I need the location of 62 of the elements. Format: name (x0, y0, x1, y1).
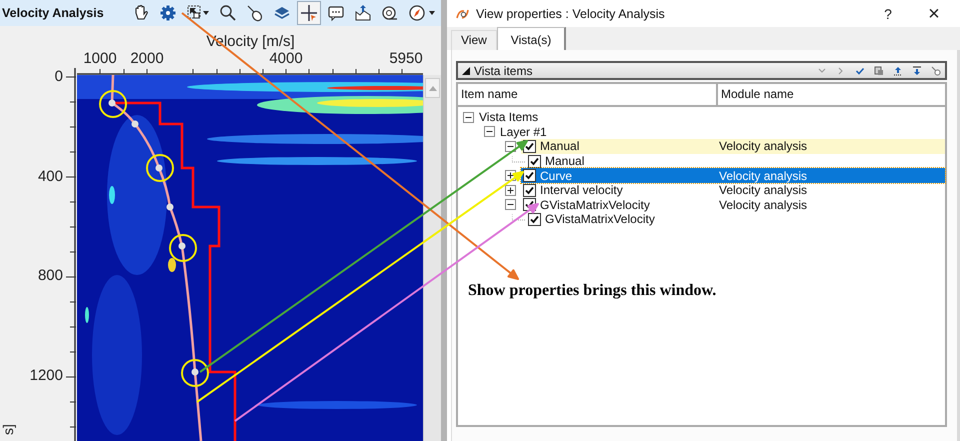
checkbox[interactable] (528, 212, 541, 226)
tick-label: 1000 (83, 50, 117, 68)
group-title: Vista items (474, 64, 532, 78)
tree-item-label: Interval velocity (540, 183, 624, 198)
collapse-icon[interactable] (505, 140, 516, 152)
module-name-cell: Velocity analysis (719, 139, 808, 154)
mouse-icon (245, 3, 265, 23)
caret-up-icon (428, 86, 436, 90)
axis-title: s] (0, 424, 16, 435)
app-logo-icon (456, 8, 470, 20)
tick-label: 2000 (130, 50, 164, 68)
tick-label: 800 (38, 267, 63, 286)
tick-label: 0 (54, 68, 63, 86)
help-button[interactable]: ? (876, 6, 900, 22)
module-name-cell: Velocity analysis (719, 168, 808, 183)
collapse-icon[interactable] (463, 112, 474, 123)
tree-item-label: Vista Items (479, 110, 540, 124)
pick-marker (169, 234, 197, 262)
collapse-icon[interactable] (484, 126, 495, 138)
tab[interactable]: View (451, 30, 497, 50)
copy-icon[interactable] (874, 66, 884, 76)
upload-icon[interactable] (893, 66, 903, 76)
checkbox[interactable] (523, 184, 536, 197)
pick-marker (99, 90, 127, 118)
search-icon (218, 3, 238, 23)
tree-row[interactable]: Interval velocity Velocity analysis (521, 182, 945, 198)
tree-row[interactable]: GVistaMatrixVelocity (526, 212, 945, 227)
download-icon[interactable] (912, 66, 922, 76)
tree-row[interactable]: Manual (526, 154, 945, 168)
check-icon[interactable] (855, 66, 865, 76)
tree-item-label: GVistaMatrixVelocity (545, 212, 656, 226)
tick-label: 4000 (269, 50, 303, 68)
module-name-cell: Velocity analysis (719, 183, 808, 198)
tick-label: 400 (38, 168, 63, 186)
collapse-icon[interactable] (505, 199, 516, 210)
tab[interactable]: Vista(s) (496, 27, 566, 50)
pick-marker (181, 359, 209, 387)
tree-row[interactable]: Curve Velocity analysis (521, 168, 945, 183)
export-icon (353, 3, 373, 23)
tree-item-label: Layer #1 (500, 124, 548, 139)
tick-label: 1200 (30, 367, 63, 386)
compass-icon (407, 3, 437, 23)
module-name-cell: Velocity analysis (719, 198, 808, 212)
triangle-icon[interactable] (462, 66, 470, 74)
tree-item-label: Manual (540, 139, 580, 154)
expand-icon[interactable] (505, 184, 516, 196)
checkbox[interactable] (523, 169, 536, 182)
gear-icon (158, 3, 178, 23)
close-button[interactable]: × (922, 4, 946, 24)
tree-item-label: Curve (540, 168, 574, 183)
crosshair-icon (299, 3, 319, 23)
checkbox[interactable] (528, 154, 541, 168)
dialog-title: View properties : Velocity Analysis (476, 6, 665, 20)
crosshair-tool-button[interactable] (297, 1, 321, 25)
tree-row[interactable]: Manual Velocity analysis (521, 139, 945, 154)
tick-label: 5950 (389, 50, 423, 68)
pointer-icon[interactable] (931, 66, 941, 76)
pick-marker (146, 154, 174, 182)
window-title: Velocity Analysis (2, 6, 104, 20)
tree-item-label: Manual (545, 154, 586, 168)
annotation-text: Show properties brings this window. (468, 282, 716, 300)
tree-item-label: GVistaMatrixVelocity (540, 198, 651, 212)
